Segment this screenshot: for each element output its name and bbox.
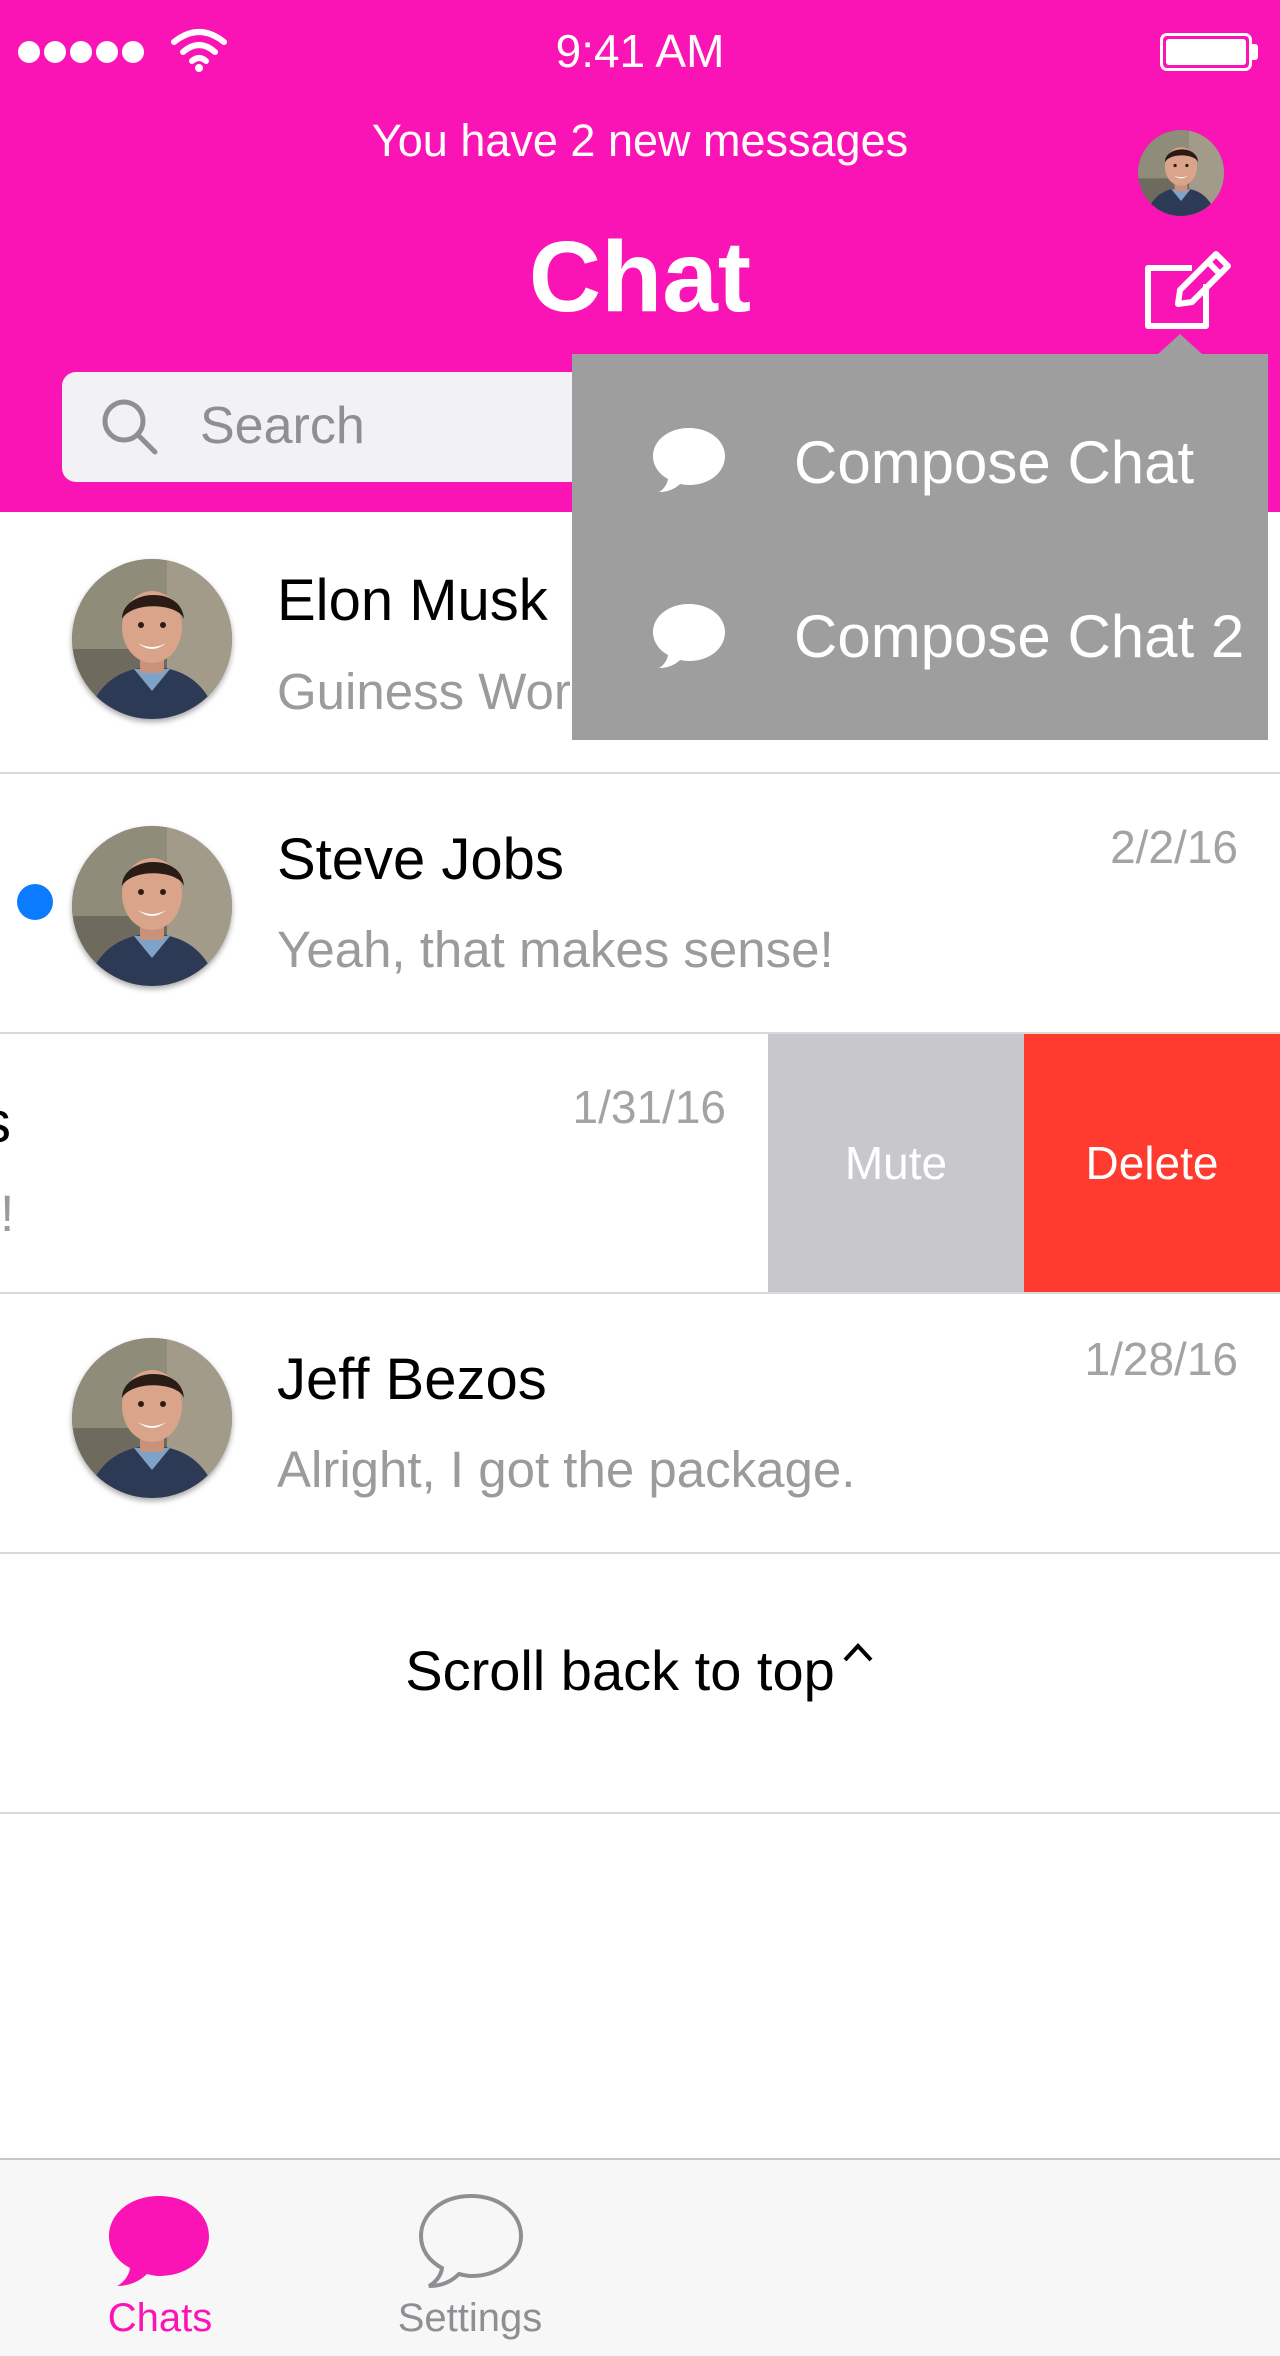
menu-pointer <box>1158 334 1202 354</box>
divider <box>0 1552 1280 1554</box>
search-icon <box>102 399 158 455</box>
mute-button[interactable]: Mute <box>768 1034 1024 1292</box>
menu-item-label: Compose Chat <box>794 429 1195 496</box>
battery-icon <box>1160 33 1252 71</box>
chat-preview: t! <box>0 1185 15 1242</box>
avatar <box>72 1338 232 1498</box>
unread-indicator <box>17 884 53 920</box>
menu-item-compose-chat[interactable]: Compose Chat <box>572 354 1268 524</box>
chat-preview: Yeah, that makes sense! <box>277 921 834 978</box>
chat-date: 1/28/16 <box>1084 1333 1238 1385</box>
search-placeholder: Search <box>200 397 365 455</box>
avatar <box>72 826 232 986</box>
tab-label: Chats <box>107 2296 213 2340</box>
compose-icon[interactable] <box>1140 240 1235 335</box>
menu-item-label: Compose Chat 2 <box>794 603 1245 670</box>
chat-name: s <box>0 1089 11 1156</box>
chat-preview: Guiness Wor <box>277 663 571 720</box>
battery-tip <box>1252 44 1258 60</box>
chevron-up-icon <box>843 1643 873 1662</box>
chat-name: Steve Jobs <box>277 827 564 892</box>
chat-row-jeff-bezos[interactable]: Jeff Bezos Alright, I got the package. 1… <box>0 1294 1280 1552</box>
speech-bubble-icon <box>650 424 728 494</box>
tab-bar: Chats Settings <box>0 2158 1280 2356</box>
chat-date: 2/2/16 <box>1110 821 1238 873</box>
status-time: 9:41 AM <box>555 25 725 77</box>
chat-bubble-icon <box>109 2196 209 2286</box>
status-bar: 9:41 AM <box>0 0 1280 100</box>
page-title: Chat <box>528 221 752 333</box>
tab-label: Settings <box>397 2296 543 2340</box>
new-messages-banner[interactable]: You have 2 new messages <box>0 115 1280 167</box>
compose-dropdown-menu: Compose Chat Compose Chat 2 <box>572 354 1268 740</box>
tab-chats[interactable]: Chats <box>40 2160 280 2356</box>
speech-bubble-icon <box>650 600 728 670</box>
chat-bubble-outline-icon <box>418 2193 524 2288</box>
chat-date: 1/31/16 <box>572 1081 726 1133</box>
divider <box>0 1812 1280 1814</box>
scroll-to-top-label: Scroll back to top <box>405 1639 835 1702</box>
scroll-to-top-button[interactable]: Scroll back to top <box>0 1634 1280 1703</box>
chat-name: Elon Musk <box>277 568 548 633</box>
chat-row-steve-jobs[interactable]: Steve Jobs Yeah, that makes sense! 2/2/1… <box>0 774 1280 1032</box>
profile-avatar[interactable] <box>1138 130 1224 216</box>
tab-settings[interactable]: Settings <box>350 2160 590 2356</box>
menu-item-compose-chat-2[interactable]: Compose Chat 2 <box>572 530 1268 700</box>
avatar <box>72 559 232 719</box>
delete-button[interactable]: Delete <box>1024 1034 1280 1292</box>
chat-preview: Alright, I got the package. <box>277 1441 856 1498</box>
chat-name: Jeff Bezos <box>277 1347 547 1412</box>
